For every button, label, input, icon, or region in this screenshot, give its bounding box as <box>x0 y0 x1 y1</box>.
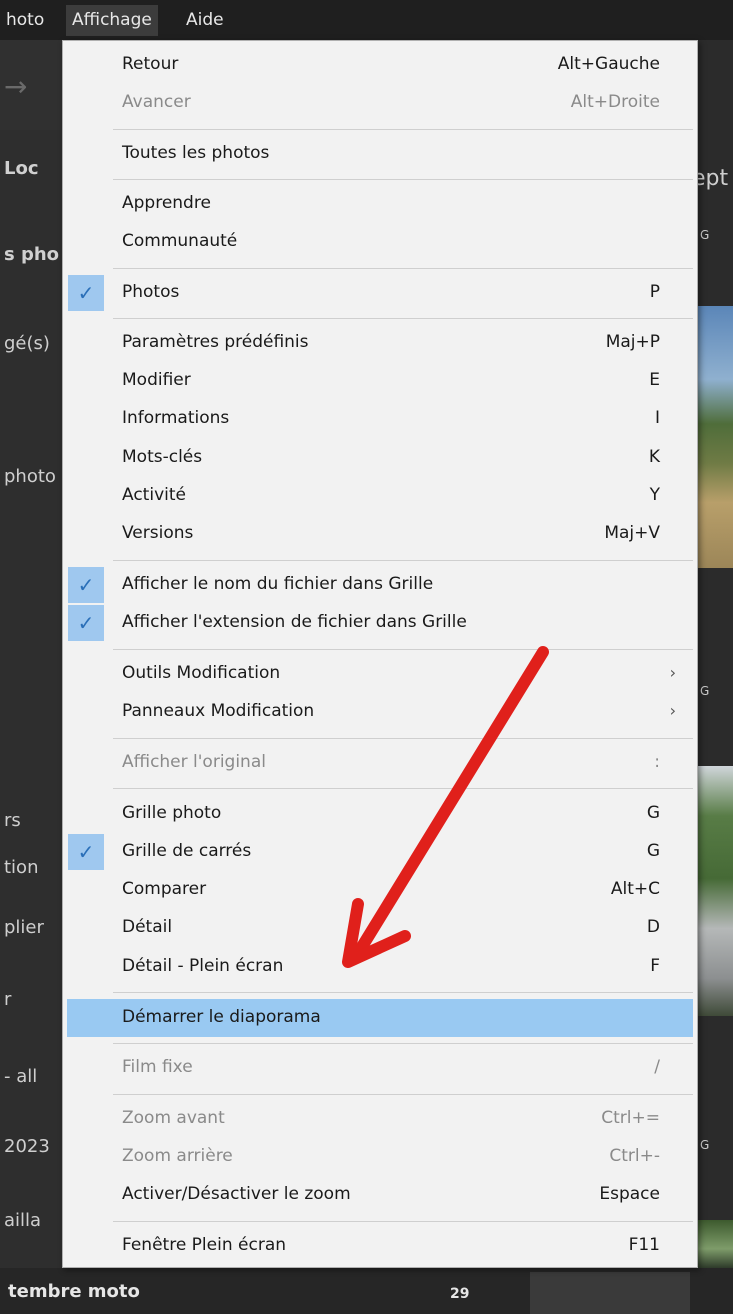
red-arrow-icon <box>342 646 549 968</box>
